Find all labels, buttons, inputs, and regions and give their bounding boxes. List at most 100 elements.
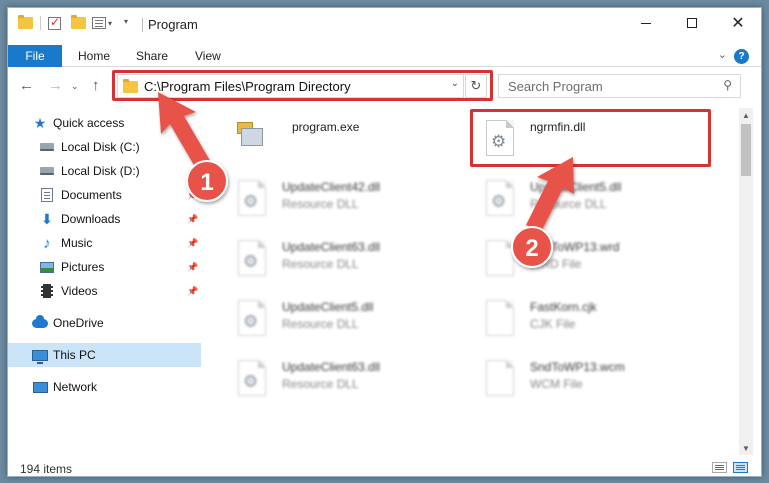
navigation-bar: ← → ⌄ ↑ C:\Program Files\Program Directo… — [8, 70, 761, 102]
help-icon[interactable]: ? — [734, 49, 749, 64]
pin-icon[interactable]: 📌 — [187, 190, 198, 201]
sidebar-item-videos[interactable]: Videos 📌 — [8, 279, 201, 303]
properties-check-icon[interactable] — [48, 15, 61, 30]
generic-file-icon — [483, 298, 517, 338]
generic-file-icon — [483, 238, 517, 278]
file-item[interactable]: ⚙ UpdateClient42.dll Resource DLL — [235, 176, 455, 226]
sidebar-item-quick-access[interactable]: ★ Quick access — [8, 111, 201, 135]
file-item[interactable]: ⚙ UpdateClient5.dll Resource DLL — [483, 176, 703, 226]
large-icons-view-icon[interactable] — [733, 462, 748, 473]
file-name: UpdateClient63.dll — [282, 360, 381, 374]
downloads-icon: ⬇ — [41, 210, 53, 227]
sidebar-item-label: Pictures — [61, 260, 105, 274]
pin-icon[interactable]: 📌 — [187, 166, 198, 177]
documents-icon — [39, 187, 55, 203]
tab-view[interactable]: View — [195, 49, 221, 63]
minimize-button[interactable] — [623, 8, 669, 38]
application-icon — [237, 120, 267, 150]
maximize-icon — [687, 18, 697, 28]
status-bar: 194 items — [8, 454, 761, 476]
forward-button[interactable]: → — [48, 77, 63, 94]
drive-icon — [39, 139, 55, 155]
file-item[interactable]: SndToWP13.wcm WCM File — [483, 356, 703, 406]
network-icon — [32, 379, 48, 395]
vertical-scrollbar[interactable]: ▲ ▼ — [739, 108, 753, 455]
pin-icon[interactable]: 📌 — [187, 142, 198, 153]
dll-file-icon: ⚙ — [235, 178, 269, 218]
title-bar: ▾ ▾ Program ✕ — [8, 8, 761, 40]
dll-file-icon: ⚙ — [235, 358, 269, 398]
pictures-icon — [39, 259, 55, 275]
search-icon[interactable]: ⚲ — [723, 78, 732, 92]
customize-toolbar-icon[interactable]: ▾ — [124, 17, 128, 26]
sidebar-item-label: Music — [61, 236, 93, 250]
pin-icon[interactable]: 📌 — [187, 262, 198, 273]
item-count: 194 items — [20, 462, 73, 476]
details-view-icon[interactable] — [712, 462, 727, 473]
close-button[interactable]: ✕ — [715, 8, 761, 38]
dll-file-icon: ⚙ — [483, 178, 517, 218]
maximize-button[interactable] — [669, 8, 715, 38]
sidebar-item-this-pc[interactable]: This PC — [8, 343, 201, 367]
sidebar-item-local-disk-c[interactable]: Local Disk (C:) 📌 — [8, 135, 201, 159]
dll-file-icon: ⚙ — [235, 298, 269, 338]
music-icon: ♪ — [43, 234, 51, 252]
file-name: UpdateClient63.dll — [282, 240, 381, 254]
address-highlight-box — [112, 70, 493, 101]
tab-share[interactable]: Share — [136, 49, 168, 63]
sidebar-item-label: Quick access — [53, 116, 125, 130]
sidebar-item-network[interactable]: Network — [8, 375, 201, 399]
file-explorer-window: ▾ ▾ Program ✕ File Home Share View ⌄ ? ←… — [7, 7, 762, 477]
file-name: UpdateClient42.dll — [282, 180, 381, 194]
sidebar-item-music[interactable]: ♪ Music 📌 — [8, 231, 201, 255]
up-button[interactable]: ↑ — [92, 77, 100, 94]
pin-icon[interactable]: 📌 — [187, 214, 198, 225]
window-title: Program — [148, 17, 198, 32]
search-input[interactable]: Search Program ⚲ — [498, 74, 741, 98]
file-item[interactable]: ⚙ UpdateClient63.dll Resource DLL — [235, 356, 455, 406]
title-separator — [142, 18, 143, 32]
videos-icon — [39, 283, 55, 299]
file-name: UpdateClient5.dll — [282, 300, 374, 314]
file-item[interactable]: SndToWP13.wrd WRD File — [483, 236, 703, 286]
computer-icon — [32, 347, 48, 364]
file-tab[interactable]: File — [8, 45, 62, 67]
sidebar-item-documents[interactable]: Documents 📌 — [8, 183, 201, 207]
sidebar-item-onedrive[interactable]: OneDrive — [8, 311, 201, 335]
minimize-icon — [641, 22, 651, 24]
pin-icon[interactable]: 📌 — [187, 286, 198, 297]
file-item[interactable]: FastKorn.cjk CJK File — [483, 296, 703, 346]
sidebar-item-label: OneDrive — [53, 316, 104, 330]
back-button[interactable]: ← — [19, 77, 34, 94]
properties-icon[interactable]: ▾ — [92, 17, 112, 29]
recent-locations-icon[interactable]: ⌄ — [71, 81, 79, 92]
ribbon-tabs: File Home Share View ⌄ ? — [8, 45, 761, 67]
file-item-program-exe[interactable]: program.exe — [235, 116, 435, 166]
tiny-separator — [40, 16, 41, 30]
file-item[interactable]: ⚙ UpdateClient63.dll Resource DLL — [235, 236, 455, 286]
navigation-pane: ★ Quick access Local Disk (C:) 📌 Local D… — [8, 108, 201, 453]
sidebar-item-label: Local Disk (D:) — [61, 164, 140, 178]
file-type: CJK File — [530, 317, 576, 331]
scroll-up-icon[interactable]: ▲ — [739, 108, 753, 122]
folder-icon — [18, 15, 33, 29]
sidebar-item-label: Local Disk (C:) — [61, 140, 140, 154]
sidebar-item-label: Network — [53, 380, 98, 394]
sidebar-item-pictures[interactable]: Pictures 📌 — [8, 255, 201, 279]
new-folder-icon[interactable] — [71, 15, 86, 29]
star-icon: ★ — [33, 114, 47, 131]
file-item[interactable]: ⚙ UpdateClient5.dll Resource DLL — [235, 296, 455, 346]
expand-ribbon-icon[interactable]: ⌄ — [718, 48, 727, 61]
sidebar-item-label: Documents — [61, 188, 122, 202]
tab-home[interactable]: Home — [78, 49, 110, 63]
file-name: program.exe — [292, 120, 360, 134]
file-name: SndToWP13.wrd — [530, 240, 620, 254]
cloud-icon — [32, 314, 48, 331]
scroll-down-icon[interactable]: ▼ — [739, 441, 753, 455]
pin-icon[interactable]: 📌 — [187, 238, 198, 249]
sidebar-item-downloads[interactable]: ⬇ Downloads 📌 — [8, 207, 201, 231]
sidebar-item-local-disk-d[interactable]: Local Disk (D:) 📌 — [8, 159, 201, 183]
sidebar-item-label: Videos — [61, 284, 98, 298]
scroll-thumb[interactable] — [741, 124, 751, 176]
sidebar-item-label: This PC — [53, 348, 96, 362]
